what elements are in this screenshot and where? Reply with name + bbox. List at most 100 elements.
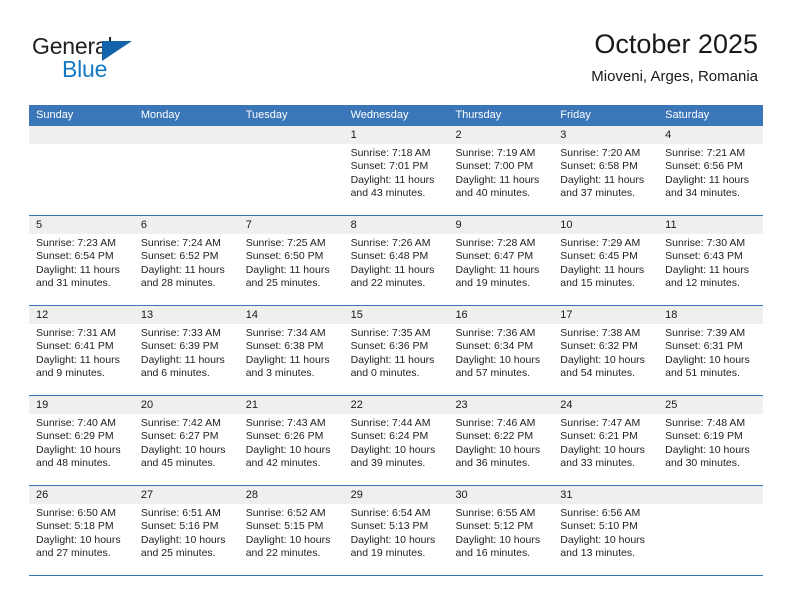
day-sun-info: Sunrise: 7:46 AM Sunset: 6:22 PM Daylight:… (448, 414, 553, 471)
daylight-text-line2: and 30 minutes. (665, 457, 740, 470)
day-number (238, 126, 344, 144)
calendar-day-cell[interactable]: 16 Sunrise: 7:36 AM Sunset: 6:34 PM Dayligh… (448, 306, 554, 395)
day-sun-info: Sunrise: 7:18 AM Sunset: 7:01 PM Daylight:… (344, 144, 449, 201)
daylight-text-line1: Daylight: 10 hours (245, 533, 331, 546)
sunrise-text: Sunrise: 7:36 AM (455, 327, 536, 339)
calendar-day-cell[interactable]: 26 Sunrise: 6:50 AM Sunset: 5:18 PM Dayligh… (29, 486, 134, 575)
sunrise-text: Sunrise: 7:30 AM (665, 237, 746, 249)
day-sun-info: Sunrise: 7:38 AM Sunset: 6:32 PM Daylight:… (553, 324, 658, 381)
calendar-week-row: 26 Sunrise: 6:50 AM Sunset: 5:18 PM Dayligh… (29, 485, 764, 575)
daylight-text-line2: and 43 minutes. (350, 187, 426, 200)
calendar-day-cell[interactable]: 19 Sunrise: 7:40 AM Sunset: 6:29 PM Dayligh… (29, 396, 134, 485)
day-number: 5 (29, 216, 134, 234)
calendar-day-cell[interactable]: 13 Sunrise: 7:33 AM Sunset: 6:39 PM Dayligh… (133, 306, 239, 395)
sunset-text: Sunset: 6:56 PM (665, 160, 743, 173)
day-number: 31 (553, 486, 659, 504)
calendar-day-cell[interactable]: 30 Sunrise: 6:55 AM Sunset: 5:12 PM Dayligh… (448, 486, 554, 575)
day-number: 17 (553, 306, 659, 324)
day-number: 10 (553, 216, 659, 234)
calendar-day-cell[interactable]: 7 Sunrise: 7:25 AM Sunset: 6:50 PM Daylight… (238, 216, 344, 305)
calendar-week-row: 19 Sunrise: 7:40 AM Sunset: 6:29 PM Dayligh… (29, 395, 764, 485)
calendar-day-cell[interactable]: 25 Sunrise: 7:48 AM Sunset: 6:19 PM Dayligh… (658, 396, 764, 485)
general-blue-logo[interactable]: General Blue (32, 33, 212, 89)
daylight-text-line1: Daylight: 10 hours (560, 533, 645, 546)
day-number: 15 (343, 306, 449, 324)
sunrise-text: Sunrise: 7:39 AM (665, 327, 746, 339)
calendar-day-cell[interactable]: 18 Sunrise: 7:39 AM Sunset: 6:31 PM Dayligh… (658, 306, 764, 395)
calendar-day-cell[interactable]: 12 Sunrise: 7:31 AM Sunset: 6:41 PM Dayligh… (29, 306, 134, 395)
day-sun-info: Sunrise: 7:30 AM Sunset: 6:43 PM Daylight:… (658, 234, 763, 291)
calendar-day-cell[interactable]: 20 Sunrise: 7:42 AM Sunset: 6:27 PM Dayligh… (133, 396, 239, 485)
daylight-text-line2: and 6 minutes. (140, 367, 210, 380)
day-sun-info: Sunrise: 7:47 AM Sunset: 6:21 PM Daylight:… (553, 414, 658, 471)
day-number (133, 126, 239, 144)
calendar-page: General Blue October 2025 Mioveni, Arges… (0, 0, 792, 612)
daylight-text-line1: Daylight: 10 hours (560, 443, 645, 456)
calendar-day-cell[interactable]: 22 Sunrise: 7:44 AM Sunset: 6:24 PM Dayligh… (343, 396, 449, 485)
calendar-day-cell[interactable]: 5 Sunrise: 7:23 AM Sunset: 6:54 PM Daylight… (29, 216, 134, 305)
sunset-text: Sunset: 6:43 PM (665, 250, 743, 263)
daylight-text-line1: Daylight: 10 hours (455, 443, 541, 456)
daylight-text-line1: Daylight: 10 hours (455, 533, 541, 546)
daylight-text-line2: and 34 minutes. (665, 187, 740, 200)
day-number: 24 (553, 396, 659, 414)
calendar-day-cell[interactable]: 31 Sunrise: 6:56 AM Sunset: 5:10 PM Dayligh… (553, 486, 659, 575)
day-sun-info: Sunrise: 7:20 AM Sunset: 6:58 PM Daylight:… (553, 144, 658, 201)
logo-text-blue: Blue (62, 56, 108, 82)
weekday-header-sunday: Sunday (36, 109, 74, 121)
sunrise-text: Sunrise: 7:38 AM (560, 327, 641, 339)
calendar-day-cell[interactable]: 11 Sunrise: 7:30 AM Sunset: 6:43 PM Dayligh… (658, 216, 764, 305)
calendar-day-cell[interactable]: 10 Sunrise: 7:29 AM Sunset: 6:45 PM Dayligh… (553, 216, 659, 305)
calendar-day-cell[interactable]: 8 Sunrise: 7:26 AM Sunset: 6:48 PM Daylight… (343, 216, 449, 305)
sunset-text: Sunset: 6:31 PM (665, 340, 743, 353)
day-number: 13 (133, 306, 239, 324)
day-sun-info: Sunrise: 6:56 AM Sunset: 5:10 PM Daylight:… (553, 504, 658, 561)
calendar-day-cell[interactable]: 3 Sunrise: 7:20 AM Sunset: 6:58 PM Daylight… (553, 126, 659, 215)
calendar-week-row: 5 Sunrise: 7:23 AM Sunset: 6:54 PM Daylight… (29, 215, 764, 305)
day-number: 1 (343, 126, 449, 144)
sunrise-text: Sunrise: 7:43 AM (245, 417, 326, 429)
page-subtitle-location: Mioveni, Arges, Romania (591, 68, 758, 85)
sunrise-text: Sunrise: 7:46 AM (455, 417, 536, 429)
sunset-text: Sunset: 6:52 PM (140, 250, 219, 263)
day-number: 3 (553, 126, 659, 144)
day-sun-info: Sunrise: 7:35 AM Sunset: 6:36 PM Daylight:… (344, 324, 449, 381)
day-sun-info: Sunrise: 7:23 AM Sunset: 6:54 PM Daylight:… (29, 234, 134, 291)
calendar-day-cell[interactable]: 9 Sunrise: 7:28 AM Sunset: 6:47 PM Daylight… (448, 216, 554, 305)
daylight-text-line1: Daylight: 11 hours (36, 263, 120, 276)
calendar-day-cell[interactable]: 14 Sunrise: 7:34 AM Sunset: 6:38 PM Dayligh… (238, 306, 344, 395)
calendar-week-row: 1 Sunrise: 7:18 AM Sunset: 7:01 PM Daylight… (29, 126, 764, 215)
sunset-text: Sunset: 7:01 PM (350, 160, 429, 173)
calendar-day-cell[interactable]: 4 Sunrise: 7:21 AM Sunset: 6:56 PM Daylight… (658, 126, 764, 215)
daylight-text-line2: and 22 minutes. (245, 547, 321, 560)
calendar-day-cell[interactable]: 6 Sunrise: 7:24 AM Sunset: 6:52 PM Daylight… (133, 216, 239, 305)
day-number: 7 (238, 216, 344, 234)
calendar-day-cell[interactable]: 23 Sunrise: 7:46 AM Sunset: 6:22 PM Dayligh… (448, 396, 554, 485)
day-sun-info: Sunrise: 7:42 AM Sunset: 6:27 PM Daylight:… (134, 414, 239, 471)
weekday-header-saturday: Saturday (665, 109, 710, 121)
calendar-day-cell[interactable]: 27 Sunrise: 6:51 AM Sunset: 5:16 PM Dayligh… (133, 486, 239, 575)
calendar-day-cell[interactable]: 21 Sunrise: 7:43 AM Sunset: 6:26 PM Dayligh… (238, 396, 344, 485)
day-number: 14 (238, 306, 344, 324)
daylight-text-line1: Daylight: 10 hours (665, 443, 750, 456)
calendar-day-cell[interactable]: 17 Sunrise: 7:38 AM Sunset: 6:32 PM Dayligh… (553, 306, 659, 395)
calendar-weeks: 1 Sunrise: 7:18 AM Sunset: 7:01 PM Daylight… (29, 126, 764, 575)
calendar-day-cell[interactable]: 28 Sunrise: 6:52 AM Sunset: 5:15 PM Dayligh… (238, 486, 344, 575)
sunset-text: Sunset: 6:26 PM (245, 430, 324, 443)
calendar-day-cell[interactable]: 1 Sunrise: 7:18 AM Sunset: 7:01 PM Daylight… (343, 126, 449, 215)
day-number: 11 (658, 216, 764, 234)
daylight-text-line1: Daylight: 10 hours (665, 353, 750, 366)
calendar-day-cell[interactable]: 24 Sunrise: 7:47 AM Sunset: 6:21 PM Dayligh… (553, 396, 659, 485)
sunrise-text: Sunrise: 7:23 AM (36, 237, 116, 249)
daylight-text-line2: and 54 minutes. (560, 367, 636, 380)
day-sun-info: Sunrise: 6:55 AM Sunset: 5:12 PM Daylight:… (448, 504, 553, 561)
calendar-day-cell[interactable]: 2 Sunrise: 7:19 AM Sunset: 7:00 PM Daylight… (448, 126, 554, 215)
sunset-text: Sunset: 5:15 PM (245, 520, 324, 533)
sunset-text: Sunset: 6:27 PM (140, 430, 219, 443)
sunset-text: Sunset: 7:00 PM (455, 160, 534, 173)
daylight-text-line1: Daylight: 11 hours (36, 353, 120, 366)
daylight-text-line2: and 25 minutes. (140, 547, 216, 560)
calendar-day-cell[interactable]: 15 Sunrise: 7:35 AM Sunset: 6:36 PM Dayligh… (343, 306, 449, 395)
calendar-day-cell[interactable]: 29 Sunrise: 6:54 AM Sunset: 5:13 PM Dayligh… (343, 486, 449, 575)
sunrise-text: Sunrise: 7:40 AM (36, 417, 116, 429)
